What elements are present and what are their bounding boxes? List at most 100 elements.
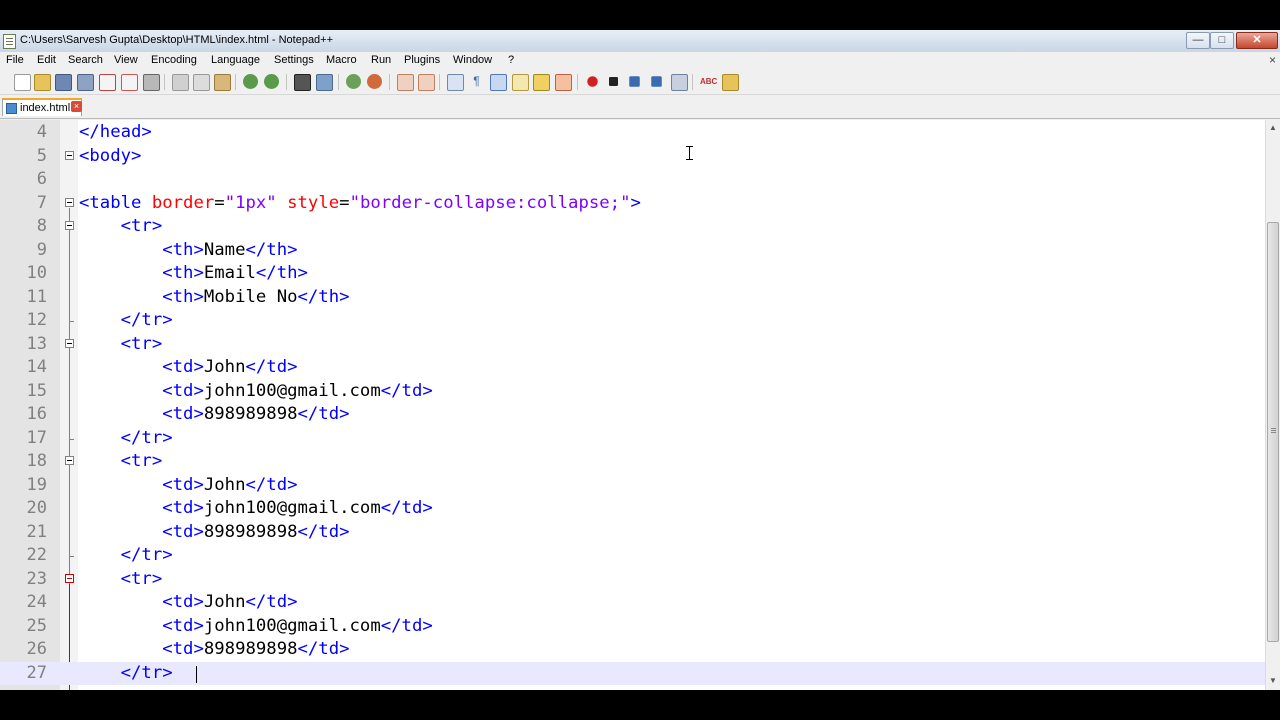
code-editor[interactable]: 4 </head> 5 <body> 6 7 <table border="1px" sty… (0, 120, 1265, 690)
save-all-icon[interactable] (77, 74, 94, 91)
replace-icon[interactable] (316, 74, 333, 91)
print-icon[interactable] (143, 74, 160, 91)
fold-toggle-icon[interactable] (65, 456, 74, 465)
copy-icon[interactable] (193, 74, 210, 91)
show-all-chars-icon[interactable]: ¶ (469, 74, 484, 89)
code-line[interactable]: 11 <th>Mobile No</th> (0, 286, 1265, 310)
paste-icon[interactable] (214, 74, 231, 91)
line-number: 12 (26, 310, 47, 330)
code-text: <td>john100@gmail.com</td> (79, 497, 433, 521)
fold-end-marker (69, 438, 74, 440)
record-macro-icon[interactable] (587, 76, 598, 87)
code-token: </td> (297, 521, 350, 542)
code-token: Name (203, 239, 246, 260)
run-multiple-icon[interactable] (651, 76, 662, 87)
find-icon[interactable] (294, 74, 311, 91)
code-line[interactable]: 26 <td>898989898</td> (0, 638, 1265, 662)
code-token: <td> (162, 404, 204, 424)
menu-search[interactable]: Search (68, 54, 103, 66)
code-line[interactable]: 8 <tr> (0, 215, 1265, 239)
code-line[interactable]: 14 <td>John</td> (0, 356, 1265, 380)
doc-map-icon[interactable] (533, 74, 550, 91)
fold-toggle-icon[interactable] (65, 221, 74, 230)
code-line[interactable]: 9 <th>Name</th> (0, 239, 1265, 263)
code-line[interactable]: 18 <tr> (0, 450, 1265, 474)
code-token: = (339, 192, 350, 213)
close-file-icon[interactable] (99, 74, 116, 91)
code-line[interactable]: 27 </tr> (0, 661, 1265, 685)
scroll-down-icon[interactable]: ▼ (1269, 676, 1277, 685)
code-token: Email (203, 263, 256, 283)
fold-toggle-icon[interactable] (65, 338, 74, 348)
code-token: style (287, 192, 340, 213)
menu-help[interactable]: ? (508, 54, 514, 66)
code-line[interactable]: 21 <td>898989898</td> (0, 521, 1265, 545)
code-line[interactable]: 20 <td>john100@gmail.com</td> (0, 497, 1265, 521)
new-file-icon[interactable] (14, 74, 31, 91)
menu-window[interactable]: Window (453, 54, 492, 66)
cut-icon[interactable] (172, 74, 189, 91)
redo-icon[interactable] (264, 74, 279, 89)
code-line[interactable]: 16 <td>898989898</td> (0, 403, 1265, 427)
scrollbar-thumb[interactable] (1267, 222, 1279, 642)
code-line[interactable]: 25 <td>john100@gmail.com</td> (0, 615, 1265, 639)
fold-toggle-icon[interactable] (65, 197, 74, 207)
zoom-out-icon[interactable] (367, 74, 382, 89)
menu-language[interactable]: Language (211, 54, 260, 66)
close-all-icon[interactable] (121, 74, 138, 91)
code-line[interactable]: 6 (0, 168, 1265, 192)
code-line[interactable]: 23 <tr> (0, 568, 1265, 592)
code-line[interactable]: 15 <td>john100@gmail.com</td> (0, 380, 1265, 404)
code-line[interactable]: 24 <td>John</td> (0, 591, 1265, 615)
code-line[interactable]: 19 <td>John</td> (0, 474, 1265, 498)
user-lang-icon[interactable] (512, 74, 529, 91)
indent-guide-icon[interactable] (490, 74, 507, 91)
menu-file[interactable]: File (6, 54, 24, 66)
vertical-scrollbar[interactable]: ▲ ▼ (1265, 120, 1280, 690)
minimize-button[interactable]: — (1186, 32, 1210, 49)
code-line[interactable]: 7 <table border="1px" style="border-colla… (0, 192, 1265, 216)
menu-edit[interactable]: Edit (37, 54, 56, 66)
menu-run[interactable]: Run (371, 54, 391, 66)
close-document-icon[interactable]: × (1269, 53, 1276, 67)
code-line[interactable]: 13 <tr> (0, 333, 1265, 357)
save-icon[interactable] (55, 74, 72, 91)
code-line[interactable]: 4 </head> (0, 121, 1265, 145)
code-line[interactable]: 17 </tr> (0, 427, 1265, 451)
code-text: <td>John</td> (79, 356, 297, 380)
maximize-button[interactable]: □ (1210, 32, 1234, 49)
play-macro-icon[interactable] (629, 76, 640, 87)
menu-plugins[interactable]: Plugins (404, 54, 440, 66)
code-line[interactable]: 12 </tr> (0, 309, 1265, 333)
word-wrap-icon[interactable] (447, 74, 464, 91)
code-token: <tr> (120, 568, 163, 589)
menu-encoding[interactable]: Encoding (151, 54, 197, 66)
menu-macro[interactable]: Macro (326, 54, 357, 66)
spell-check-icon[interactable]: ABC (700, 74, 717, 89)
stop-record-icon[interactable] (609, 77, 618, 86)
tab-index-html[interactable]: index.html × (2, 98, 82, 116)
open-file-icon[interactable] (34, 74, 51, 91)
tab-close-icon[interactable]: × (71, 101, 82, 112)
menu-view[interactable]: View (114, 54, 138, 66)
fold-toggle-icon[interactable] (65, 150, 74, 160)
sync-horizontal-icon[interactable] (418, 74, 435, 91)
save-macro-icon[interactable] (671, 74, 688, 91)
scroll-up-icon[interactable]: ▲ (1269, 123, 1277, 132)
fold-toggle-icon[interactable] (65, 573, 74, 583)
zoom-in-icon[interactable] (346, 74, 361, 89)
sync-vertical-icon[interactable] (397, 74, 414, 91)
code-token: John (203, 592, 246, 612)
close-window-button[interactable]: ✕ (1236, 32, 1278, 49)
code-text: <th>Name</th> (79, 239, 297, 263)
function-list-icon[interactable] (555, 74, 572, 91)
menu-settings[interactable]: Settings (274, 54, 314, 66)
folder-icon[interactable] (722, 74, 739, 91)
code-line[interactable]: 22 </tr> (0, 544, 1265, 568)
code-line[interactable]: 10 <th>Email</th> (0, 262, 1265, 286)
code-line[interactable]: 5 <body> (0, 145, 1265, 169)
undo-icon[interactable] (243, 74, 258, 89)
